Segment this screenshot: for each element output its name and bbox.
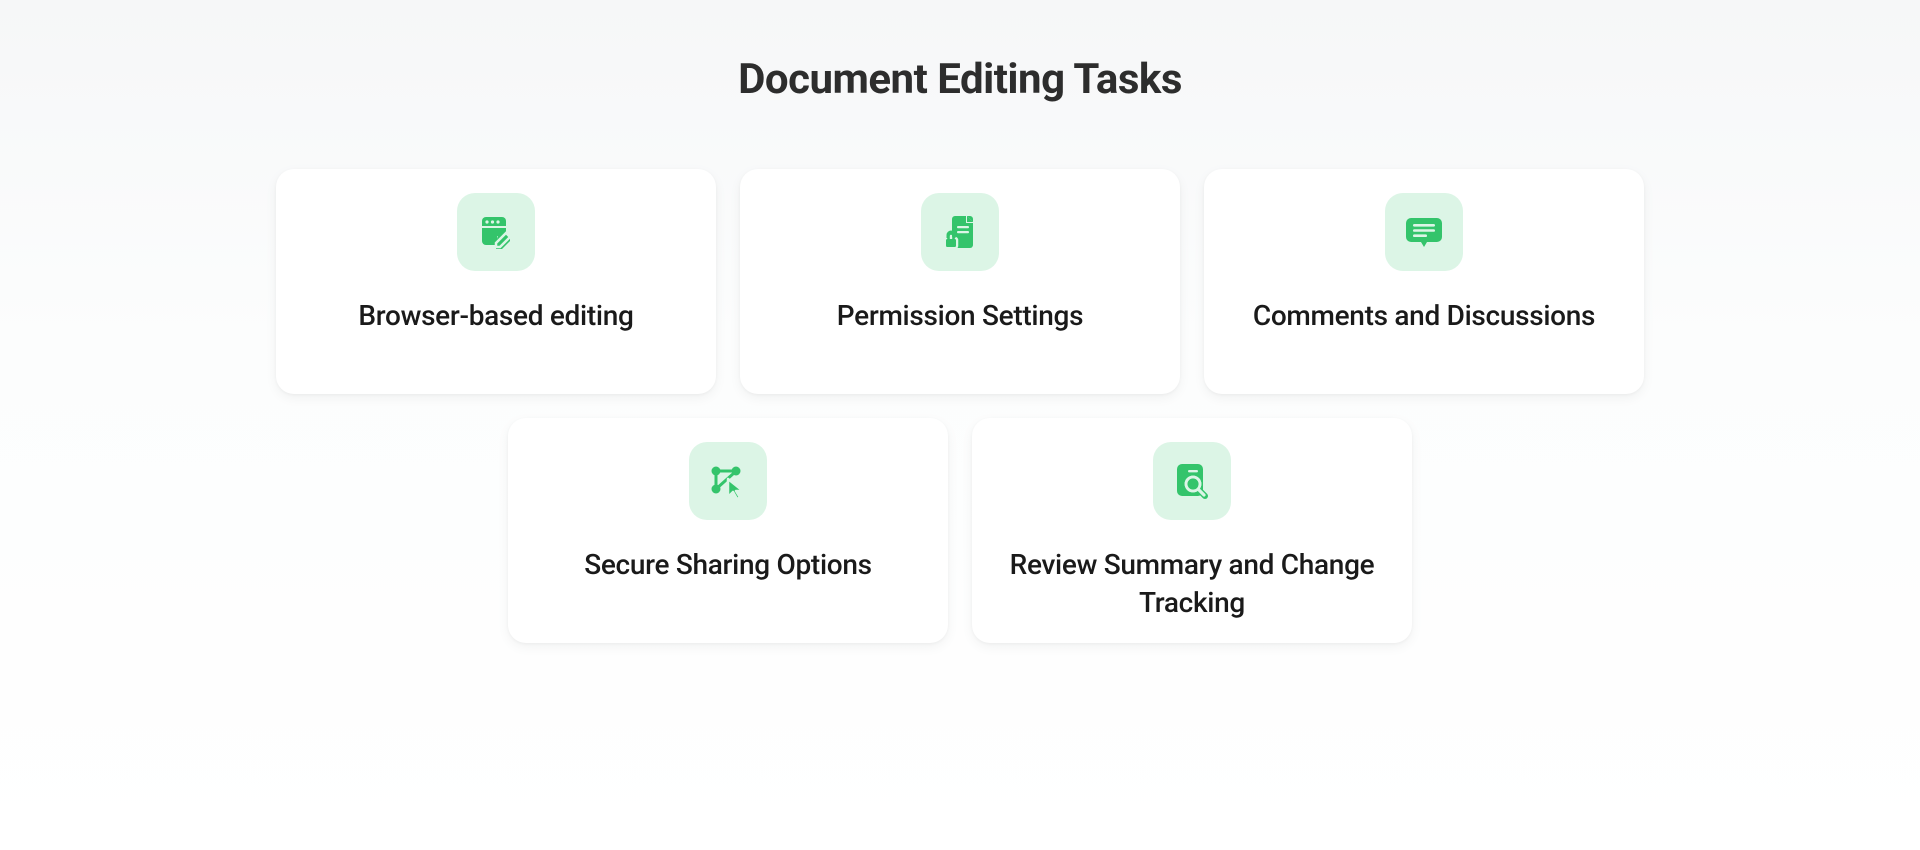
- review-magnify-icon: [1153, 442, 1231, 520]
- card-title: Review Summary and Change Tracking: [972, 546, 1412, 622]
- browser-edit-icon: [457, 193, 535, 271]
- card-title: Secure Sharing Options: [564, 546, 892, 584]
- card-comments-discussions[interactable]: Comments and Discussions: [1204, 169, 1644, 394]
- cards-grid: Browser-based editing Per: [250, 169, 1670, 643]
- card-permission-settings[interactable]: Permission Settings: [740, 169, 1180, 394]
- card-browser-editing[interactable]: Browser-based editing: [276, 169, 716, 394]
- message-icon: [1385, 193, 1463, 271]
- card-title: Browser-based editing: [338, 297, 653, 335]
- share-cursor-icon: [689, 442, 767, 520]
- card-title: Permission Settings: [817, 297, 1103, 335]
- card-title: Comments and Discussions: [1233, 297, 1615, 335]
- main-container: Document Editing Tasks Browser-based edi…: [0, 0, 1920, 643]
- card-review-tracking[interactable]: Review Summary and Change Tracking: [972, 418, 1412, 643]
- permission-lock-icon: [921, 193, 999, 271]
- card-secure-sharing[interactable]: Secure Sharing Options: [508, 418, 948, 643]
- page-title: Document Editing Tasks: [738, 55, 1182, 104]
